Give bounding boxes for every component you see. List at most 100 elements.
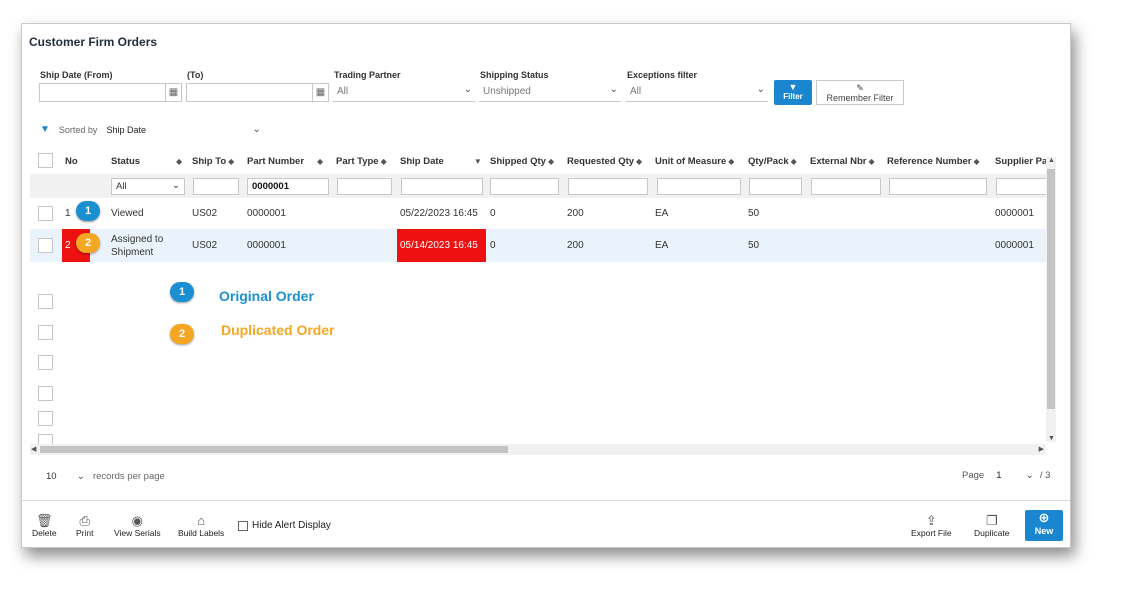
chevron-down-icon: ⌄ bbox=[463, 84, 472, 95]
exceptions-filter-select[interactable]: All ⌄ bbox=[626, 83, 768, 102]
filter-button[interactable]: ▼ Filter bbox=[774, 80, 812, 105]
sort-icon: ◆ bbox=[547, 157, 555, 166]
header-ship-date[interactable]: Ship Date ▼ bbox=[400, 156, 482, 167]
ship-date-to-label: (To) bbox=[187, 70, 204, 80]
horizontal-scrollbar[interactable]: ◀ ▶ bbox=[30, 444, 1046, 455]
header-external-nbr[interactable]: External Nbr ◆ bbox=[810, 156, 875, 167]
per-page-value: 10 bbox=[46, 471, 57, 482]
page-selector[interactable]: Page 1 ⌄ / 3 bbox=[962, 470, 1050, 481]
records-per-page[interactable]: 10 ⌄ records per page bbox=[46, 471, 165, 482]
hide-alert-display-toggle[interactable]: Hide Alert Display bbox=[238, 520, 331, 531]
total-pages: / 3 bbox=[1039, 470, 1051, 481]
remember-filter-button[interactable]: ✎ Remember Filter bbox=[816, 80, 904, 105]
trading-partner-value: All bbox=[337, 86, 349, 97]
status-filter-select[interactable]: All ⌄ bbox=[111, 178, 185, 195]
select-all-checkbox[interactable] bbox=[38, 153, 53, 168]
row-checkbox[interactable] bbox=[38, 294, 53, 309]
sort-icon: ◆ bbox=[228, 157, 235, 166]
chevron-down-icon: ⌄ bbox=[252, 124, 261, 135]
row-ship-date: 05/22/2023 16:45 bbox=[400, 208, 478, 219]
calendar-icon[interactable]: ▦ bbox=[165, 84, 181, 101]
sort-control[interactable]: ▼ Sorted by Ship Date ⌄ bbox=[40, 124, 261, 135]
row-checkbox[interactable] bbox=[38, 206, 53, 221]
row-checkbox[interactable] bbox=[38, 355, 53, 370]
supplier-part-filter-input[interactable] bbox=[996, 178, 1052, 195]
row-qty-pack: 50 bbox=[748, 208, 760, 219]
sort-icon: ◆ bbox=[790, 157, 797, 166]
hide-alert-checkbox[interactable] bbox=[238, 520, 248, 531]
row-part-number: 0000001 bbox=[247, 240, 286, 251]
customer-firm-orders-window: Customer Firm Orders Ship Date (From) ▦ … bbox=[21, 23, 1071, 548]
legend-original-order: Original Order bbox=[219, 288, 314, 304]
row-ship-to: US02 bbox=[192, 208, 218, 219]
header-requested-qty[interactable]: Requested Qty ◆ bbox=[567, 156, 642, 167]
header-shipped-qty[interactable]: Shipped Qty ◆ bbox=[490, 156, 554, 167]
ship-date-to-input[interactable]: ▦ bbox=[186, 83, 329, 102]
row-checkbox[interactable] bbox=[38, 434, 53, 444]
calendar-icon[interactable]: ▦ bbox=[312, 84, 328, 101]
row-no: 1 bbox=[65, 208, 71, 219]
row-part-number: 0000001 bbox=[247, 208, 286, 219]
page-label: Page bbox=[962, 470, 985, 481]
row-status: Assigned to Shipment bbox=[111, 234, 164, 258]
shipping-status-select[interactable]: Unshipped ⌄ bbox=[479, 83, 621, 102]
per-page-label: records per page bbox=[92, 471, 165, 482]
row-ship-to: US02 bbox=[192, 240, 218, 251]
exceptions-filter-label: Exceptions filter bbox=[627, 70, 698, 80]
delete-button[interactable]: 🗑 Delete bbox=[32, 513, 57, 538]
header-qty-pack[interactable]: Qty/Pack ◆ bbox=[748, 156, 797, 167]
vertical-scroll-thumb[interactable] bbox=[1047, 169, 1055, 409]
copy-icon: ❐ bbox=[985, 513, 998, 528]
row-uom: EA bbox=[655, 240, 669, 251]
annotation-badge-1: 1 bbox=[76, 201, 100, 221]
sort-icon: ◆ bbox=[176, 157, 183, 166]
vertical-scrollbar[interactable]: ▲ ▼ bbox=[1046, 157, 1056, 442]
table-row[interactable]: 2 Assigned to Shipment US02 0000001 05/1… bbox=[30, 229, 1052, 262]
ship-date-from-label: Ship Date (From) bbox=[40, 70, 113, 80]
header-unit-of-measure[interactable]: Unit of Measure ◆ bbox=[655, 156, 734, 167]
external-nbr-filter-input[interactable] bbox=[811, 178, 881, 195]
header-ship-to[interactable]: Ship To ◆ bbox=[192, 156, 234, 167]
ship-to-filter-input[interactable] bbox=[193, 178, 239, 195]
row-checkbox[interactable] bbox=[38, 411, 53, 426]
new-button[interactable]: ⊕ New bbox=[1025, 510, 1063, 541]
row-shipped-qty: 0 bbox=[490, 208, 496, 219]
header-reference-number[interactable]: Reference Number ◆ bbox=[887, 156, 980, 167]
legend-badge-2: 2 bbox=[170, 324, 194, 344]
row-checkbox[interactable] bbox=[38, 386, 53, 401]
sort-value: Ship Date bbox=[106, 124, 146, 135]
row-checkbox[interactable] bbox=[38, 238, 53, 253]
print-button[interactable]: ⎙ Print bbox=[76, 513, 93, 538]
build-labels-button[interactable]: ⌂ Build Labels bbox=[178, 513, 224, 538]
view-serials-button[interactable]: ◉ View Serials bbox=[114, 513, 161, 538]
trading-partner-select[interactable]: All ⌄ bbox=[333, 83, 475, 102]
part-type-filter-input[interactable] bbox=[337, 178, 392, 195]
header-supplier-part[interactable]: Supplier Pa bbox=[995, 156, 1047, 167]
header-part-number[interactable]: Part Number ◆ bbox=[247, 156, 323, 167]
header-part-type[interactable]: Part Type ◆ bbox=[336, 156, 387, 167]
eye-icon: ◉ bbox=[131, 513, 143, 528]
chevron-down-icon: ⌄ bbox=[609, 84, 618, 95]
ship-date-filter-input[interactable] bbox=[401, 178, 483, 195]
export-file-button[interactable]: ⇪ Export File bbox=[911, 513, 952, 538]
horizontal-scroll-thumb[interactable] bbox=[40, 446, 508, 453]
plus-circle-icon: ⊕ bbox=[1038, 510, 1050, 525]
row-checkbox[interactable] bbox=[38, 325, 53, 340]
row-ship-date-alert: 05/14/2023 16:45 bbox=[397, 229, 486, 262]
requested-qty-filter-input[interactable] bbox=[568, 178, 648, 195]
sort-label: Sorted by bbox=[58, 124, 98, 135]
reference-number-filter-input[interactable] bbox=[889, 178, 987, 195]
part-number-filter-input[interactable]: 0000001 bbox=[247, 178, 329, 195]
export-icon: ⇪ bbox=[925, 513, 937, 528]
legend-badge-1: 1 bbox=[170, 282, 194, 302]
ship-date-from-input[interactable]: ▦ bbox=[39, 83, 182, 102]
page-value[interactable]: 1 bbox=[996, 470, 1001, 481]
tag-icon: ⌂ bbox=[197, 513, 206, 528]
shipped-qty-filter-input[interactable] bbox=[490, 178, 559, 195]
table-row[interactable]: 1 Viewed US02 0000001 05/22/2023 16:45 0… bbox=[30, 198, 1052, 229]
uom-filter-input[interactable] bbox=[657, 178, 741, 195]
chevron-down-icon: ⌄ bbox=[76, 471, 85, 482]
duplicate-button[interactable]: ❐ Duplicate bbox=[974, 513, 1009, 538]
header-status[interactable]: Status ◆ bbox=[111, 156, 182, 167]
qty-pack-filter-input[interactable] bbox=[749, 178, 802, 195]
